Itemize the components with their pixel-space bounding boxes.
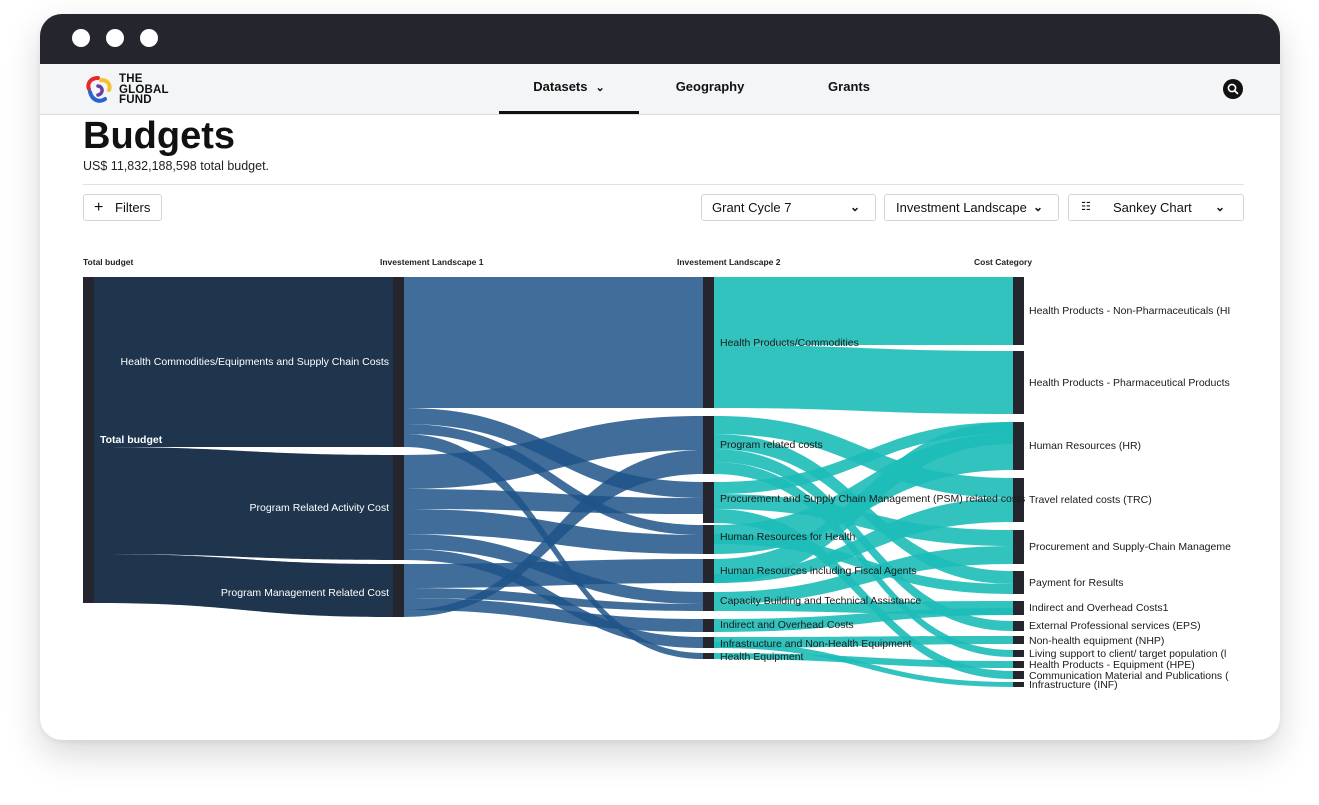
sankey-node-label: Health Products/Commodities [720,337,859,349]
sankey-node-label: Procurement and Supply Chain Management … [720,493,1025,505]
sankey-node-label: Total budget [100,434,163,446]
sankey-node-label: Health Commodities/Equipments and Supply… [121,356,389,368]
sankey-node-label: Human Resources including Fiscal Agents [720,565,917,577]
sankey-node-label: Program related costs [720,439,823,451]
sankey-node-label: External Professional services (EPS) [1029,620,1201,632]
sankey-node[interactable] [1013,601,1024,615]
sankey-node-label: Human Resources for Health [720,531,856,543]
sankey-node-label: Program Management Related Cost [221,587,389,599]
sankey-node-label: Health Products - Pharmaceutical Product… [1029,377,1230,389]
sankey-node[interactable] [703,277,714,408]
sankey-node-label: Non-health equipment (NHP) [1029,635,1164,647]
sankey-node-label: Health Equipment [720,651,804,663]
sankey-node[interactable] [1013,422,1024,470]
sankey-node[interactable] [393,277,404,447]
sankey-node-label: Program Related Activity Cost [250,502,390,514]
sankey-node[interactable] [1013,661,1024,668]
sankey-node-label: Procurement and Supply-Chain Manageme [1029,541,1231,553]
browser-window: THE GLOBAL FUND Datasets ⌄ Geography Gran… [40,14,1280,740]
sankey-node-label: Health Products - Non-Pharmaceuticals (H… [1029,305,1230,317]
sankey-node[interactable] [703,592,714,611]
sankey-node[interactable] [1013,650,1024,657]
sankey-node[interactable] [1013,671,1024,679]
sankey-node[interactable] [1013,621,1024,631]
sankey-node[interactable] [393,455,404,560]
sankey-node-label: Infrastructure (INF) [1029,679,1118,691]
sankey-node-label: Payment for Results [1029,577,1124,589]
sankey-node[interactable] [1013,351,1024,414]
sankey-node-label: Travel related costs (TRC) [1029,494,1152,506]
sankey-node[interactable] [703,559,714,583]
sankey-link[interactable] [404,559,703,588]
sankey-link[interactable] [714,277,1013,345]
sankey-node-label: Indirect and Overhead Costs [720,619,854,631]
sankey-node[interactable] [703,525,714,554]
sankey-node[interactable] [83,277,94,603]
sankey-link[interactable] [94,554,393,617]
sankey-node[interactable] [703,482,714,523]
sankey-node[interactable] [1013,277,1024,345]
sankey-node[interactable] [703,416,714,474]
sankey-node-label: Capacity Building and Technical Assistan… [720,595,921,607]
sankey-node-label: Infrastructure and Non-Health Equipment [720,638,912,650]
sankey-node[interactable] [1013,682,1024,687]
sankey-node[interactable] [1013,636,1024,644]
sankey-node-label: Indirect and Overhead Costs1 [1029,602,1169,614]
sankey-node[interactable] [703,619,714,632]
sankey-node-label: Human Resources (HR) [1029,440,1141,452]
sankey-chart: Total budget Health Commodities/Equipment… [83,277,1231,691]
sankey-node[interactable] [1013,530,1024,564]
sankey-node[interactable] [1013,571,1024,594]
sankey-link[interactable] [404,277,703,408]
sankey-node[interactable] [703,653,714,659]
sankey-node[interactable] [703,637,714,648]
sankey-node[interactable] [393,564,404,617]
sankey-link[interactable] [714,345,1013,414]
